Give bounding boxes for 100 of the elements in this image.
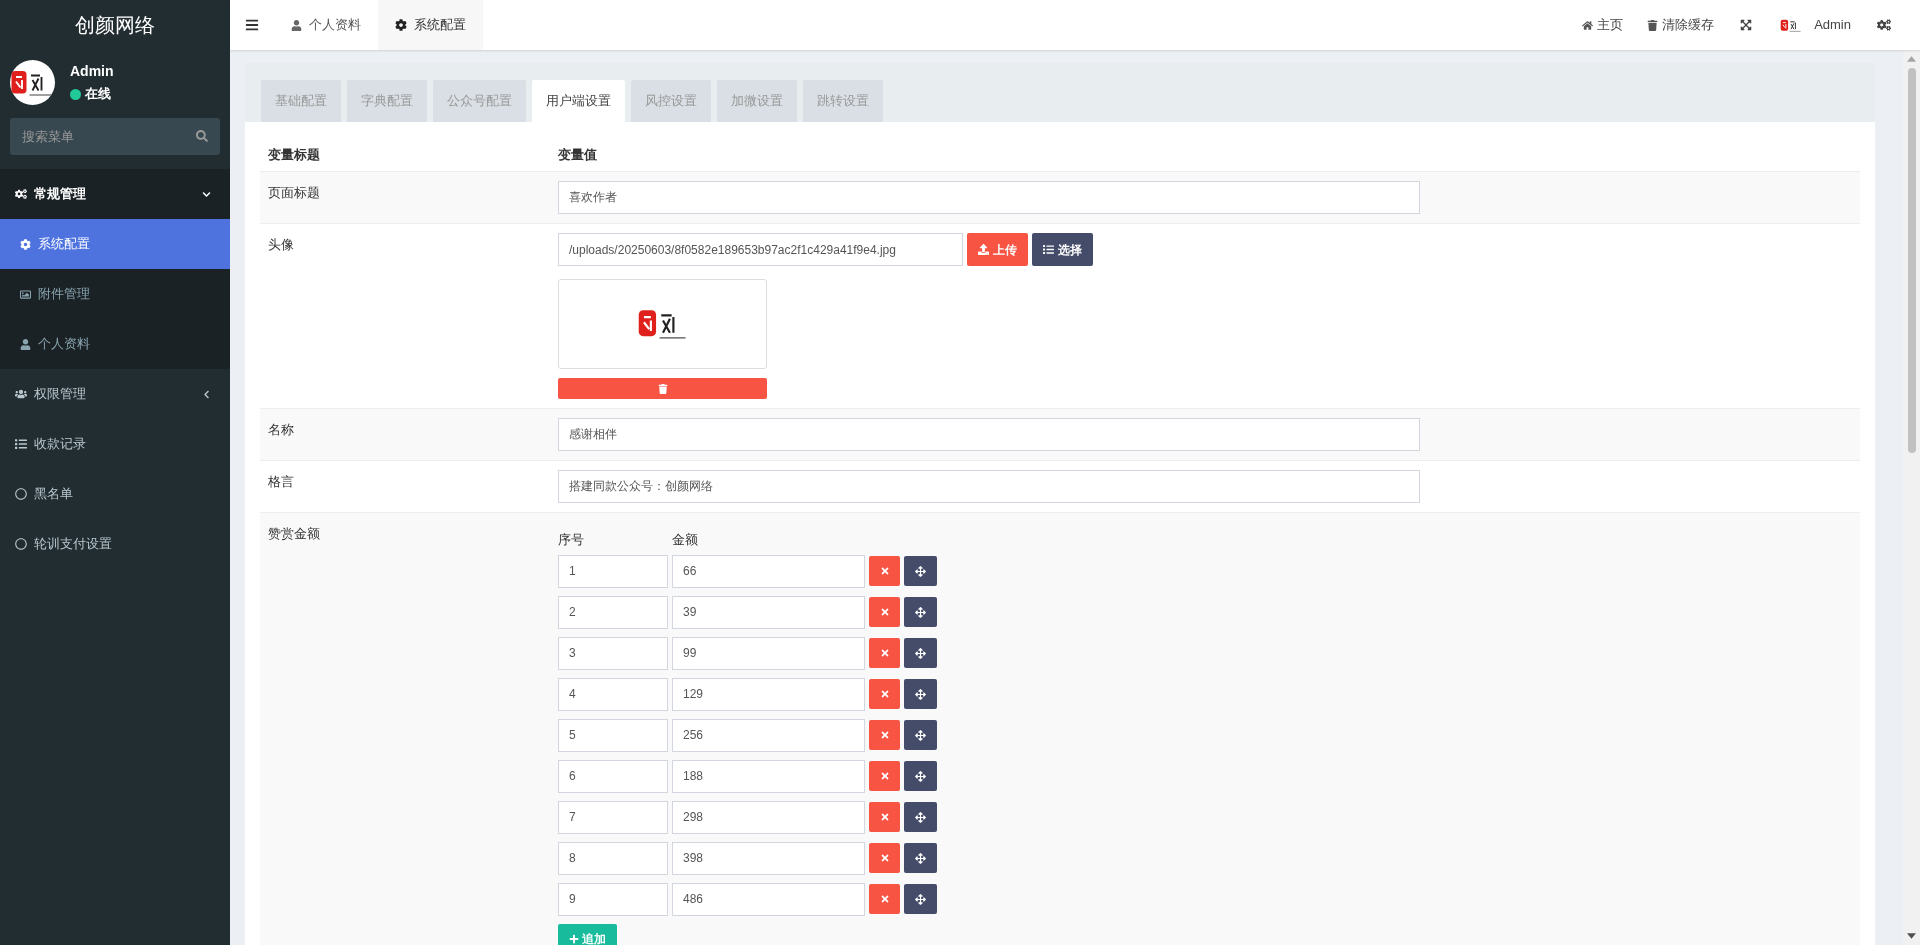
config-tab[interactable]: 用户端设置 [532,80,625,122]
variable-label: 格言 [268,474,294,489]
move-icon [915,852,926,864]
user-icon [291,19,302,31]
submenu-item[interactable]: 个人资料 [0,319,230,369]
variable-label: 赞赏金额 [268,526,320,541]
close-icon [879,894,890,904]
scrollbar-thumb[interactable] [1907,68,1916,453]
path-input[interactable]: /uploads/20250603/8f0582e189653b97ac2f1c429a41f9e4.jpg [558,233,963,266]
sequence-input[interactable]: 8 [558,841,668,875]
close-icon [879,566,890,576]
close-icon [879,648,890,658]
user-menu[interactable]: Admin [1766,0,1865,50]
move-icon [915,893,926,905]
drag-button[interactable] [904,597,937,627]
fullscreen-icon [1740,19,1753,31]
menu-item[interactable]: 黑名单 [0,469,230,519]
list-icon [1043,244,1054,255]
drag-button[interactable] [904,843,937,873]
move-icon [915,729,926,741]
trash-icon [1647,19,1659,31]
amount-input[interactable]: 256 [672,718,865,752]
amount-input[interactable]: 486 [672,882,865,916]
user-name: Admin [70,62,114,82]
sequence-input[interactable]: 5 [558,718,668,752]
drag-button[interactable] [904,720,937,750]
gears-icon [15,188,27,200]
menu-item[interactable]: 权限管理 [0,369,230,419]
close-icon [879,853,890,863]
submenu-item[interactable]: 系统配置 [0,219,230,269]
sequence-input[interactable]: 3 [558,636,668,670]
sequence-input[interactable]: 9 [558,882,668,916]
menu-item[interactable]: 收款记录 [0,419,230,469]
menu-icon [245,18,259,32]
amount-input[interactable]: 99 [672,636,865,670]
toolbar-link[interactable]: 清除缓存 [1635,0,1727,50]
gear-icon [20,238,31,250]
plus-icon [569,933,579,944]
text-input[interactable]: 感谢相伴 [558,418,1420,451]
settings-icon [1877,18,1891,32]
move-icon [915,565,926,577]
text-input[interactable]: 喜欢作者 [558,181,1420,214]
page-tab[interactable]: 系统配置 [378,0,483,50]
amount-input[interactable]: 398 [672,841,865,875]
close-icon [879,607,890,617]
gear-icon [395,19,407,31]
scroll-down-icon [1907,933,1916,939]
move-icon [915,688,926,700]
column-header: 变量标题 [267,146,321,165]
sequence-input[interactable]: 1 [558,554,668,588]
user-icon [20,338,31,350]
close-icon [879,730,890,740]
sequence-input[interactable]: 4 [558,677,668,711]
move-icon [915,770,926,782]
move-icon [915,606,926,618]
close-icon [879,812,890,822]
search-field[interactable]: 搜索菜单 [10,118,220,155]
variable-label: 名称 [268,422,294,437]
column-header: 变量值 [557,146,598,165]
chevron-down-icon [202,189,211,199]
search-icon [196,130,208,142]
amount-input[interactable]: 66 [672,554,865,588]
select-button[interactable]: 选择 [1032,233,1093,266]
image-icon [20,288,31,300]
drag-button[interactable] [904,884,937,914]
trash-icon [657,383,668,394]
sequence-input[interactable]: 7 [558,800,668,834]
drag-button[interactable] [904,802,937,832]
variable-label: 头像 [268,237,294,252]
column-header: 金额 [672,531,698,549]
column-header: 序号 [558,531,585,549]
close-icon [879,689,890,699]
variable-label: 页面标题 [268,185,320,200]
brand-title: 创颜网络 [75,13,155,38]
drag-button[interactable] [904,761,937,791]
drag-button[interactable] [904,679,937,709]
menu-item[interactable]: 轮训支付设置 [0,519,230,569]
chevron-left-icon [202,389,211,399]
amount-input[interactable]: 298 [672,800,865,834]
submenu-item[interactable]: 附件管理 [0,269,230,319]
amount-input[interactable]: 39 [672,595,865,629]
home-icon [1582,19,1594,31]
move-icon [915,811,926,823]
list-icon [15,438,27,450]
text-input[interactable]: 搭建同款公众号：创颜网络 [558,470,1420,503]
sequence-input[interactable]: 6 [558,759,668,793]
page-tab[interactable]: 个人资料 [274,0,378,50]
sequence-input[interactable]: 2 [558,595,668,629]
amount-input[interactable]: 129 [672,677,865,711]
menu-item[interactable]: 常规管理 [0,169,230,219]
toolbar-link[interactable]: 主页 [1570,0,1636,50]
close-icon [879,771,890,781]
user-status: 在线 [85,85,111,104]
drag-button[interactable] [904,556,937,586]
amount-input[interactable]: 188 [672,759,865,793]
scroll-up-icon [1907,56,1916,62]
drag-button[interactable] [904,638,937,668]
upload-icon [978,244,989,255]
user-avatar-icon [1780,17,1803,33]
users-icon [15,388,27,400]
